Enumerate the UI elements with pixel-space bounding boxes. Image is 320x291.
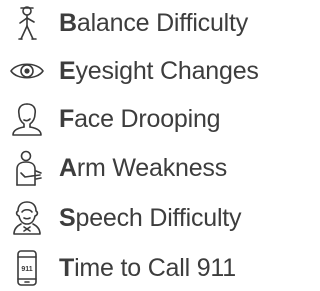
- item-label: Time to Call 911: [59, 253, 236, 283]
- item-initial: E: [59, 57, 76, 85]
- list-item-call: 911 Time to Call 911: [0, 247, 297, 291]
- walking-person-icon: [8, 4, 46, 42]
- item-text: alance Difficulty: [76, 9, 249, 37]
- item-text: rm Weakness: [76, 154, 228, 182]
- person-arm-icon: [8, 149, 46, 187]
- item-initial: A: [59, 154, 77, 182]
- item-text: yesight Changes: [75, 57, 259, 85]
- face-profile-icon: [8, 100, 46, 138]
- item-initial: B: [59, 9, 77, 37]
- list-item-speech: Speech Difficulty: [0, 197, 297, 241]
- phone-screen-text: 911: [21, 266, 32, 273]
- item-initial: T: [59, 254, 75, 282]
- list-item-face: Face Drooping: [0, 98, 297, 142]
- stroke-warning-signs-list: Balance Difficulty Eyesight Changes Face…: [0, 0, 297, 286]
- list-item-arm: Arm Weakness: [0, 147, 297, 191]
- item-text: ime to Call 911: [74, 254, 236, 282]
- phone-911-icon: 911: [8, 249, 46, 287]
- item-label: Arm Weakness: [59, 153, 227, 183]
- item-text: peech Difficulty: [75, 204, 242, 232]
- eye-icon: [8, 52, 46, 90]
- item-initial: F: [59, 105, 75, 133]
- item-label: Speech Difficulty: [59, 203, 242, 233]
- item-initial: S: [59, 204, 76, 232]
- list-item-balance: Balance Difficulty: [0, 2, 297, 46]
- item-text: ace Drooping: [74, 105, 221, 133]
- item-label: Eyesight Changes: [59, 56, 259, 86]
- list-item-eyesight: Eyesight Changes: [0, 50, 297, 94]
- item-label: Face Drooping: [59, 104, 221, 134]
- item-label: Balance Difficulty: [59, 8, 248, 38]
- speech-mouth-icon: [8, 199, 46, 237]
